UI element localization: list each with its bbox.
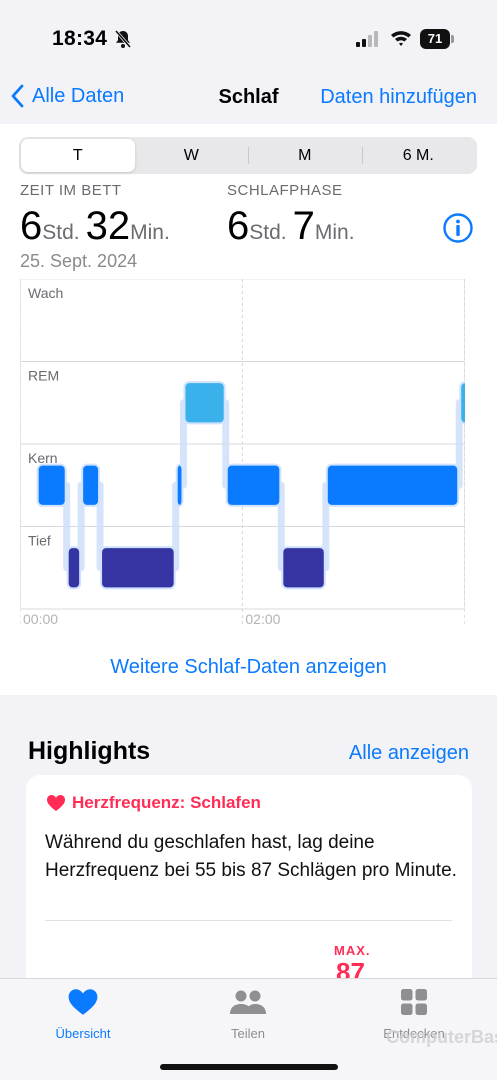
cellular-signal-icon: [356, 31, 380, 52]
sleep-stages-chart[interactable]: WachREMKernTief00:0002:0004:0006:00: [20, 279, 465, 629]
tab-sharing-label: Teilen: [231, 1026, 265, 1041]
chart-segment-kern: [81, 463, 101, 507]
chart-segment-tief: [66, 546, 82, 590]
chart-tick-label: 02:00: [245, 611, 280, 627]
segment-month[interactable]: M: [248, 139, 362, 172]
chart-tick-label: 00:00: [23, 611, 58, 627]
chart-segment-kern: [36, 463, 67, 507]
chart-segment-kern: [225, 463, 282, 507]
show-all-link[interactable]: Alle anzeigen: [349, 742, 469, 765]
back-label: Alle Daten: [32, 84, 125, 107]
battery-level: 71: [420, 29, 450, 49]
time-range-segmented-control: T W M 6 M.: [19, 137, 477, 174]
tab-summary-label: Übersicht: [55, 1026, 111, 1041]
heart-icon: [47, 795, 65, 811]
chart-stage-label: REM: [28, 368, 59, 384]
home-indicator: [160, 1064, 338, 1070]
chevron-left-icon: [11, 84, 24, 108]
highlight-text: Während du geschlafen hast, lag deine He…: [45, 832, 457, 881]
back-button[interactable]: Alle Daten: [10, 84, 124, 108]
tab-sharing[interactable]: Teilen: [188, 987, 308, 1041]
chart-segment-tief: [100, 546, 176, 590]
chart-segment-tief: [281, 546, 326, 590]
segment-6-months[interactable]: 6 M.: [361, 139, 476, 172]
status-time: 18:34: [52, 27, 108, 50]
chart-segment-rem: [183, 381, 226, 425]
people-icon: [230, 990, 266, 1014]
watermark: ComputerBase: [386, 1027, 497, 1047]
sleep-summary-card: T W M 6 M. ZEIT IM BETT 6Std. 32Min. SCHL…: [0, 124, 497, 695]
heart-icon: [68, 989, 98, 1015]
grid-icon: [401, 989, 427, 1015]
navigation-bar: Alle Daten Schlaf Daten hinzufügen: [0, 70, 497, 124]
date-label: 25. Sept. 2024: [20, 251, 138, 271]
info-icon[interactable]: [442, 212, 474, 249]
chart-segment-kern: [325, 463, 460, 507]
status-bar: 18:34 71: [0, 0, 497, 70]
time-in-bed-label: ZEIT IM BETT: [20, 182, 122, 199]
highlight-header: Herzfrequenz: Schlafen: [46, 793, 261, 813]
tab-summary[interactable]: Übersicht: [23, 987, 143, 1041]
chart-segment-rem: [459, 381, 465, 425]
sleep-phase-value: 6Std. 7Min.: [227, 204, 355, 248]
sleep-phase-label: SCHLAFPHASE: [227, 182, 343, 199]
add-data-button[interactable]: Daten hinzufügen: [320, 86, 477, 109]
bell-muted-icon: [114, 29, 132, 54]
highlight-category: Herzfrequenz: Schlafen: [72, 793, 261, 812]
chart-segment-kern: [175, 463, 184, 507]
divider: [45, 920, 452, 921]
time-in-bed-value: 6Std. 32Min.: [20, 204, 170, 248]
wifi-icon: [390, 29, 412, 52]
chart-stage-label: Tief: [28, 533, 51, 549]
segment-day[interactable]: T: [21, 139, 135, 172]
segment-week[interactable]: W: [135, 139, 249, 172]
more-sleep-data-link[interactable]: Weitere Schlaf-Daten anzeigen: [0, 656, 497, 679]
highlights-title: Highlights: [28, 737, 151, 765]
chart-stage-label: Kern: [28, 450, 58, 466]
max-label: MAX.: [334, 943, 371, 958]
chart-stage-label: Wach: [28, 285, 63, 301]
battery-indicator: 71: [420, 29, 454, 49]
